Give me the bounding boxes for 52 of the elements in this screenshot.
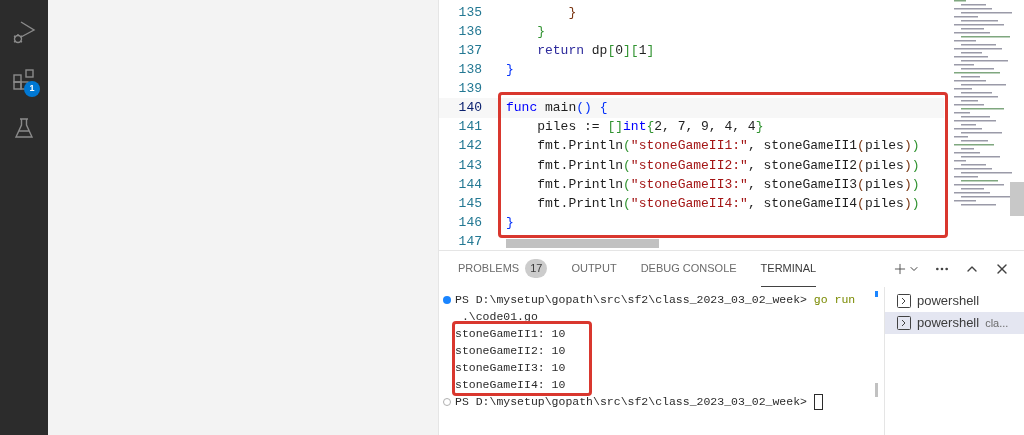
panel-tab[interactable]: OUTPUT bbox=[571, 251, 617, 287]
scrollbar-thumb[interactable] bbox=[875, 383, 878, 397]
terminal-list-item[interactable]: powershell cla... bbox=[885, 312, 1024, 334]
terminal-output: stoneGameII1: 10 bbox=[455, 325, 566, 342]
line-number: 142 bbox=[457, 137, 482, 156]
flask-icon[interactable] bbox=[12, 116, 36, 140]
code-line: fmt.Println("stoneGameII3:", stoneGameII3(piles)) bbox=[536, 175, 920, 194]
code-line: piles := []int{2, 7, 9, 4, 4} bbox=[536, 118, 764, 137]
code-line: return dp[0][1] bbox=[536, 42, 655, 60]
panel-tab[interactable]: TERMINAL bbox=[760, 251, 817, 287]
terminal-output: stoneGameII3: 10 bbox=[455, 359, 566, 376]
terminal-prompt: PS D:\mysetup\gopath\src\sf2\class_2023_03_02_week> bbox=[455, 291, 808, 308]
line-number: 145 bbox=[457, 194, 482, 213]
line-number: 139 bbox=[457, 80, 482, 99]
terminal-output: .\code01.go bbox=[460, 308, 538, 325]
line-number: 147 bbox=[457, 232, 482, 250]
terminal-output: stoneGameII4: 10 bbox=[455, 376, 566, 393]
code-line: } bbox=[567, 3, 577, 22]
code-line: } bbox=[506, 213, 514, 232]
run-debug-icon[interactable] bbox=[11, 19, 37, 45]
terminal-detail: cla... bbox=[985, 315, 1009, 331]
line-number: 144 bbox=[457, 175, 482, 194]
code-line: } bbox=[506, 61, 514, 80]
terminal-icon bbox=[897, 294, 911, 308]
panel-tab[interactable]: PROBLEMS 17 bbox=[458, 251, 548, 287]
new-terminal-icon[interactable] bbox=[892, 261, 908, 277]
line-number: 137 bbox=[457, 42, 482, 60]
code-line: fmt.Println("stoneGameII2:", stoneGameII2(piles)) bbox=[536, 156, 920, 175]
terminal-prompt: PS D:\mysetup\gopath\src\sf2\class_2023_03_02_week> bbox=[455, 393, 808, 410]
line-number: 136 bbox=[457, 22, 482, 41]
code-line: func main() { bbox=[506, 99, 608, 118]
horizontal-scrollbar[interactable] bbox=[506, 239, 659, 248]
line-number: 143 bbox=[457, 156, 482, 175]
code-line: fmt.Println("stoneGameII1:", stoneGameII1(piles)) bbox=[536, 137, 920, 156]
code-line: fmt.Println("stoneGameII4:", stoneGameII4(piles)) bbox=[536, 194, 920, 213]
line-number: 138 bbox=[457, 61, 482, 80]
line-number: 141 bbox=[457, 118, 482, 137]
terminal-name: powershell bbox=[917, 292, 980, 311]
line-number: 135 bbox=[457, 3, 482, 22]
code-line: } bbox=[536, 22, 545, 41]
panel-tab[interactable]: DEBUG CONSOLE bbox=[640, 251, 737, 287]
scrollbar-thumb[interactable] bbox=[875, 291, 878, 297]
line-number: 146 bbox=[457, 213, 482, 232]
terminal-command: go run bbox=[813, 291, 856, 308]
notification-badge: 1 bbox=[24, 81, 40, 97]
terminal-list-item[interactable]: powershell bbox=[885, 290, 1024, 312]
terminal-icon bbox=[897, 316, 911, 330]
scrollbar-thumb[interactable] bbox=[1010, 182, 1024, 216]
line-number: 140 bbox=[457, 99, 482, 118]
terminal-name: powershell bbox=[917, 314, 980, 333]
terminal-output: stoneGameII2: 10 bbox=[455, 342, 566, 359]
extensions-icon[interactable] bbox=[11, 67, 37, 93]
